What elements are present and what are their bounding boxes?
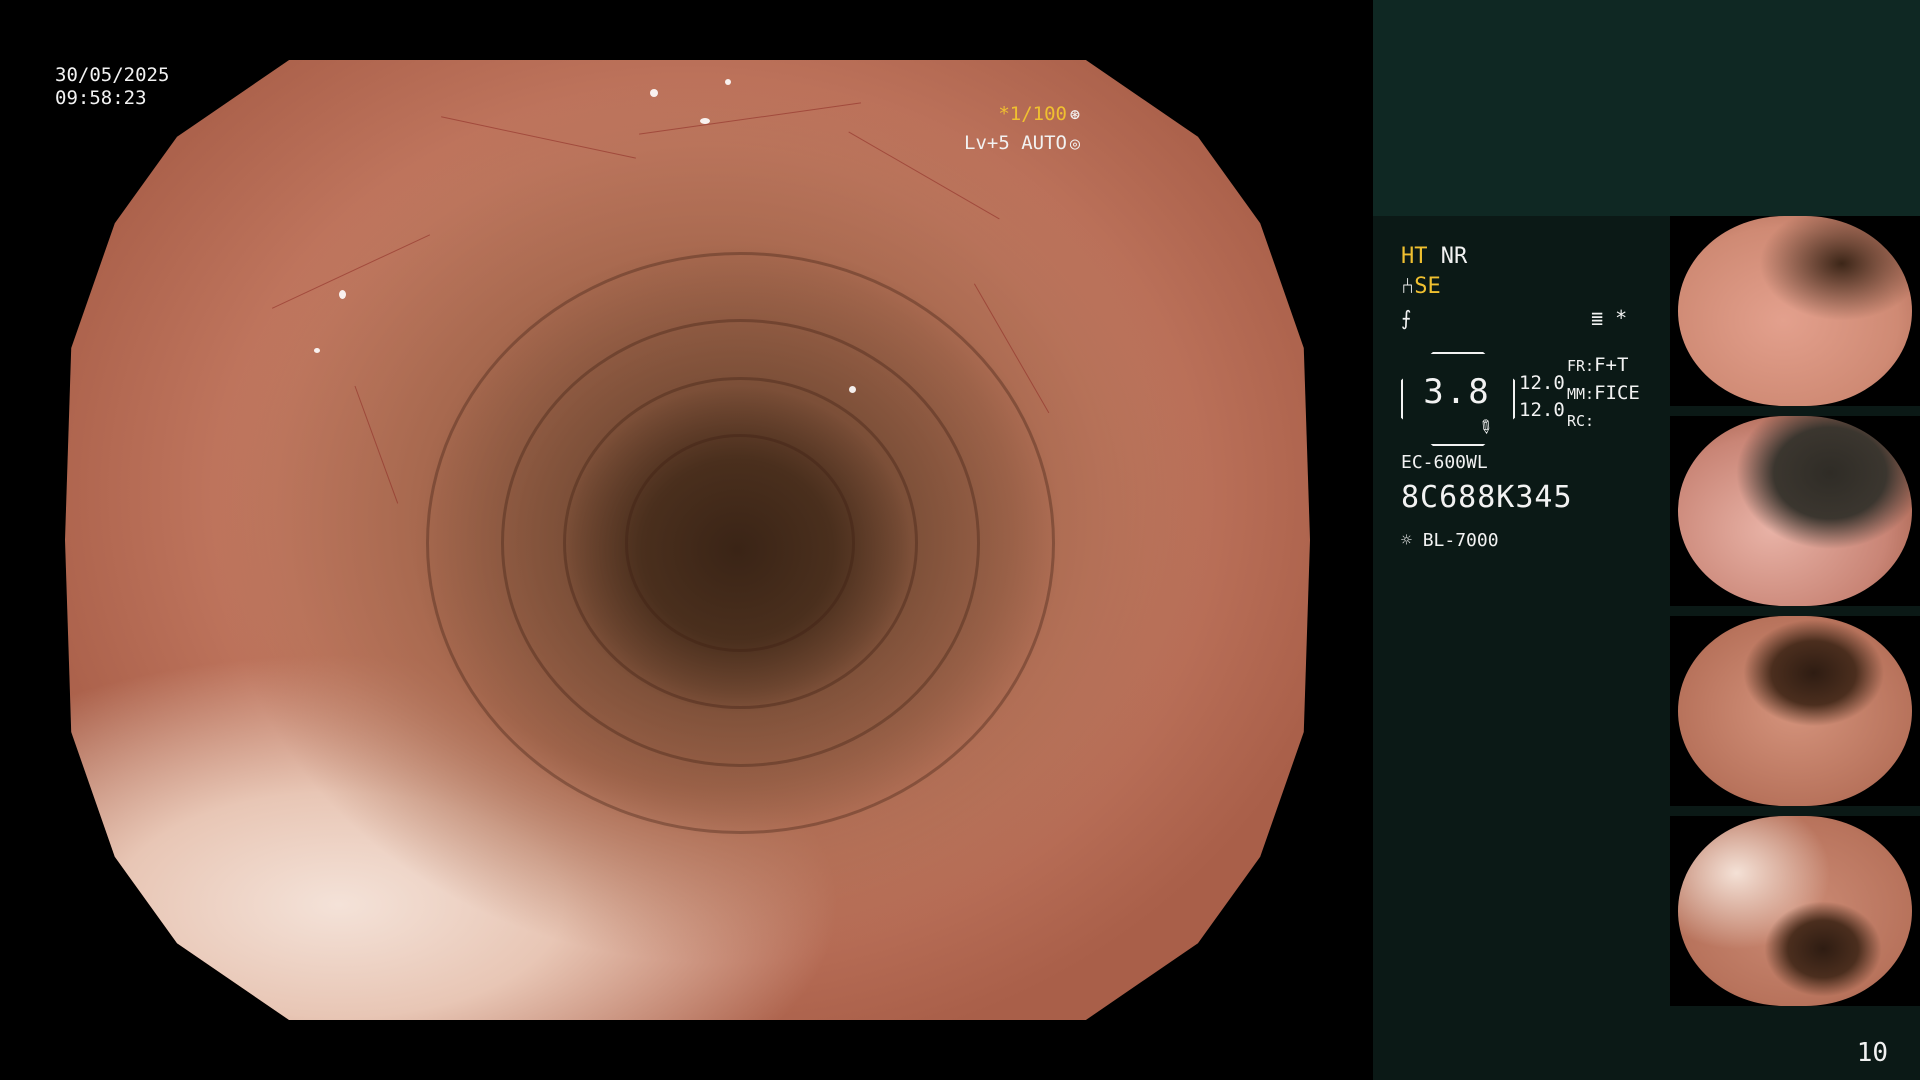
- mm-value: FICE: [1594, 382, 1640, 404]
- endoscopic-image: [65, 60, 1310, 1020]
- scope-serial: 8C688K345: [1401, 480, 1573, 515]
- vessel: [440, 116, 636, 159]
- vessel: [272, 234, 431, 309]
- fr-value: F+T: [1594, 354, 1629, 376]
- structure-enhance-icon: ⑃: [1401, 274, 1415, 299]
- light-source-model: BL-7000: [1422, 530, 1499, 551]
- label-column: FR:F+T MM:FICE RC:: [1567, 352, 1640, 435]
- light-reflection: [724, 79, 731, 86]
- panel-header-area: [1373, 0, 1920, 216]
- datetime-readout: 30/05/2025 09:58:23: [55, 64, 169, 110]
- thumbnail-image[interactable]: [1670, 216, 1920, 406]
- iris-icon: ◎: [1069, 134, 1081, 154]
- light-source-row: ☼ BL-7000: [1401, 530, 1499, 551]
- thumbnail-image[interactable]: [1670, 816, 1920, 1006]
- thumbnail-image[interactable]: [1670, 416, 1920, 606]
- magnification-value: 3.8: [1423, 372, 1491, 412]
- side-info-panel: HT NR ⑃SE ⨍ ≣ * 3.8 ✎ 12.0 12.0 FR:F+T M…: [1373, 0, 1920, 1080]
- ht-nr-row: HT NR: [1401, 244, 1467, 274]
- exposure-readout: *1/100 ⊛ Lv+5 AUTO ◎: [964, 100, 1083, 158]
- thumbnail-picture: [1678, 616, 1912, 806]
- menu-lines-icon: ≣: [1591, 306, 1604, 330]
- light-reflection: [314, 348, 320, 353]
- haustral-fold: [625, 434, 856, 652]
- ht-indicator: HT: [1401, 244, 1428, 269]
- page-number: 10: [1856, 1038, 1888, 1068]
- value-column: 12.0 12.0: [1519, 370, 1565, 424]
- mm-label: MM:: [1567, 385, 1595, 403]
- aperture-icon: ⊛: [1069, 105, 1081, 125]
- value-2: 12.0: [1519, 399, 1565, 421]
- exposure-level-text: Lv+5 AUTO: [964, 132, 1067, 154]
- scope-model: EC-600WL: [1401, 452, 1488, 473]
- date-text: 30/05/2025: [55, 64, 170, 86]
- freeze-icon: ⨍: [1401, 306, 1412, 330]
- vessel: [638, 102, 861, 135]
- captured-thumbnails: [1670, 216, 1920, 1016]
- shutter-speed-text: *1/100: [998, 103, 1067, 125]
- time-text: 09:58:23: [55, 87, 147, 109]
- se-row: ⑃SE: [1401, 274, 1441, 304]
- endoscopy-screen: 30/05/2025 09:58:23 *1/100 ⊛ Lv+5 AUTO ◎ H…: [0, 0, 1920, 1080]
- thumbnail-picture: [1678, 816, 1912, 1006]
- asterisk-icon: *: [1615, 306, 1628, 330]
- mode-icons: ≣ *: [1591, 306, 1627, 330]
- light-source-icon: ☼: [1401, 530, 1412, 551]
- thumbnail-picture: [1678, 216, 1912, 406]
- light-reflection: [699, 117, 710, 124]
- se-indicator: SE: [1414, 274, 1441, 299]
- value-1: 12.0: [1519, 372, 1565, 394]
- thumbnail-image[interactable]: [1670, 616, 1920, 806]
- main-endoscope-view: 30/05/2025 09:58:23 *1/100 ⊛ Lv+5 AUTO ◎: [0, 0, 1373, 1080]
- rc-label: RC:: [1567, 412, 1595, 430]
- thumbnail-picture: [1678, 416, 1912, 606]
- light-reflection: [338, 290, 346, 300]
- fr-label: FR:: [1567, 357, 1595, 375]
- light-reflection: [650, 88, 659, 97]
- nr-indicator: NR: [1440, 244, 1468, 269]
- vessel: [354, 385, 399, 504]
